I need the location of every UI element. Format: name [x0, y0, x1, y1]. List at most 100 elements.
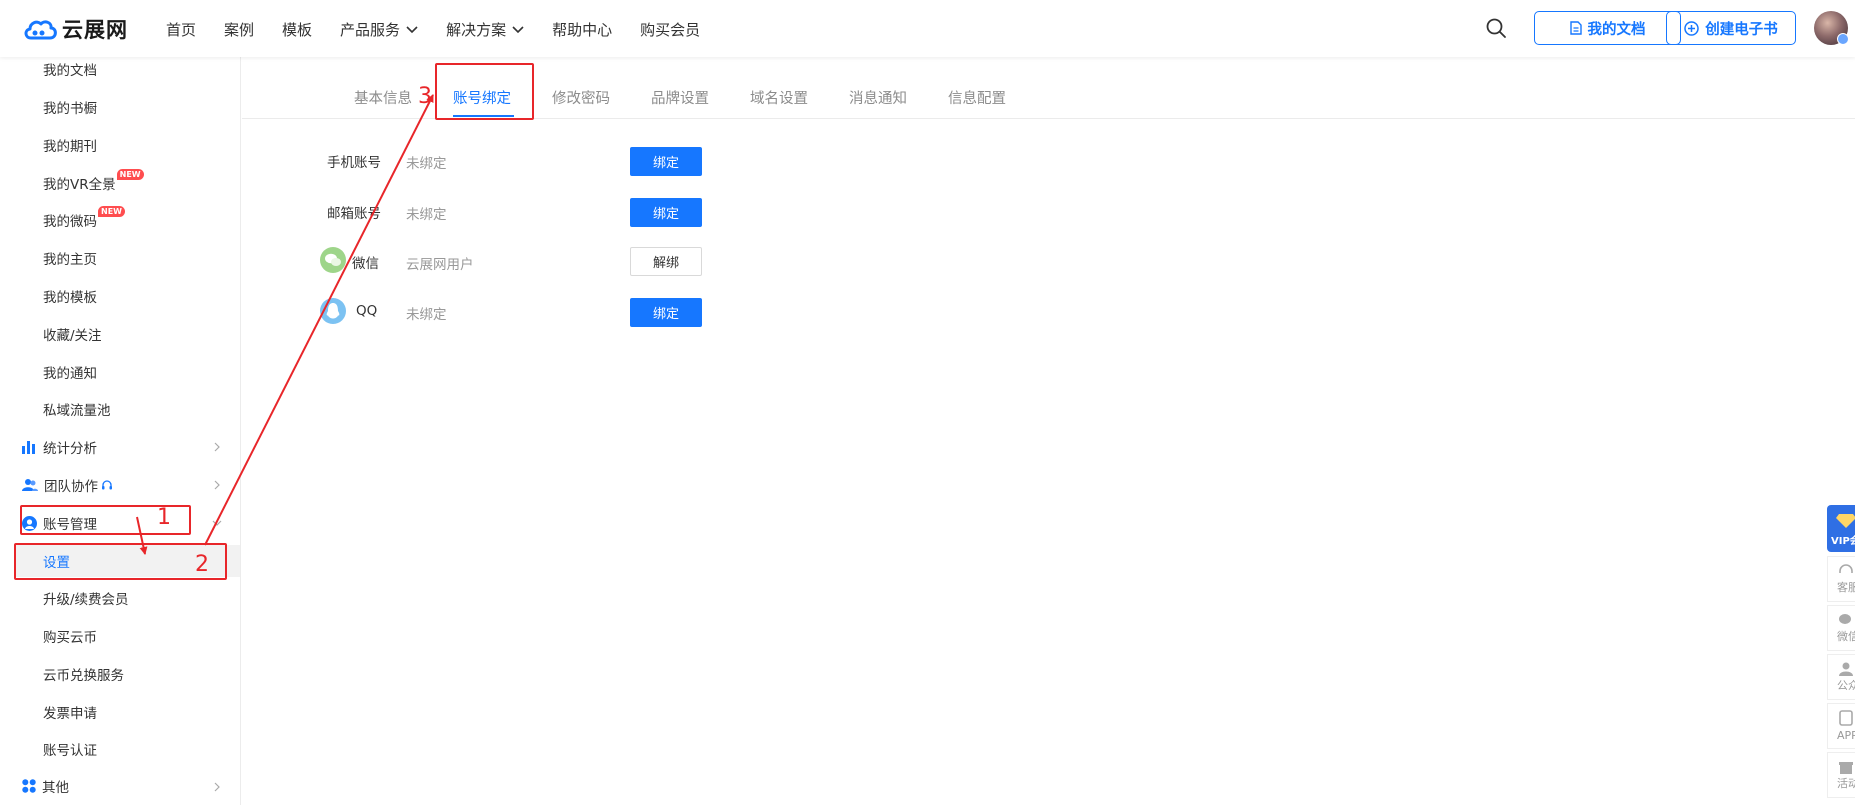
- chevron-down-icon: [212, 520, 222, 526]
- team-icon: [22, 478, 38, 492]
- nav-solutions[interactable]: 解决方案: [446, 19, 524, 40]
- cloud-logo-icon: [24, 20, 57, 40]
- nav-label: 帮助中心: [552, 21, 613, 39]
- nav-templates[interactable]: 模板: [282, 19, 312, 40]
- sidebar-item-my-journals[interactable]: 我的期刊: [43, 135, 97, 155]
- customer-service-float[interactable]: 客服: [1827, 556, 1855, 602]
- sidebar-item-buy-coins[interactable]: 购买云币: [43, 626, 97, 646]
- wechat-label: 微信: [352, 256, 379, 272]
- sidebar-group-other[interactable]: 其他: [22, 776, 69, 796]
- sidebar: 我的文档 我的书橱 我的期刊 我的VR全景NEW 我的微码NEW 我的主页 我的…: [0, 57, 241, 805]
- new-badge: NEW: [98, 206, 125, 217]
- chevron-right-icon: [214, 442, 220, 452]
- sidebar-item-my-bookshelf[interactable]: 我的书橱: [43, 97, 97, 117]
- sidebar-item-my-notifications[interactable]: 我的通知: [43, 362, 97, 382]
- sidebar-item-verification[interactable]: 账号认证: [43, 739, 97, 759]
- create-ebook-button[interactable]: 创建电子书: [1666, 11, 1796, 45]
- user-icon: [1839, 662, 1853, 676]
- sidebar-item-label: 我的模板: [43, 290, 97, 306]
- sidebar-item-label: 云币兑换服务: [43, 668, 124, 684]
- my-docs-button[interactable]: 我的文档: [1534, 11, 1681, 45]
- float-label: 活动: [1837, 777, 1855, 790]
- wechat-icon: [320, 247, 346, 273]
- tab-label: 信息配置: [948, 91, 1006, 107]
- sidebar-item-my-vr[interactable]: 我的VR全景NEW: [43, 169, 144, 193]
- sidebar-item-my-microcode[interactable]: 我的微码NEW: [43, 206, 125, 230]
- sidebar-group-team[interactable]: 团队协作: [22, 475, 113, 495]
- gift-icon: [1839, 762, 1853, 774]
- sidebar-item-label: 我的微码: [43, 214, 97, 230]
- grid-icon: [22, 779, 36, 793]
- tab-label: 基本信息: [354, 91, 412, 107]
- qq-label: QQ: [356, 303, 378, 319]
- sidebar-group-label: 统计分析: [43, 441, 97, 457]
- tab-domain-settings[interactable]: 域名设置: [750, 87, 808, 108]
- tab-label: 品牌设置: [651, 91, 709, 107]
- qq-icon: [320, 298, 346, 324]
- nav-products[interactable]: 产品服务: [340, 19, 418, 40]
- sidebar-item-label: 升级/续费会员: [43, 592, 129, 608]
- sidebar-item-invoice[interactable]: 发票申请: [43, 702, 97, 722]
- top-nav: 首页 案例 模板 产品服务 解决方案 帮助中心 购买会员: [166, 19, 728, 40]
- annotation-arrows: [136, 94, 434, 555]
- sidebar-item-favorites[interactable]: 收藏/关注: [43, 324, 102, 344]
- vip-float-button[interactable]: VIP会员: [1827, 505, 1855, 552]
- unbind-wechat-button[interactable]: 解绑: [630, 247, 702, 276]
- tab-label: 修改密码: [552, 91, 610, 107]
- nav-label: 产品服务: [340, 21, 401, 39]
- chevron-right-icon: [214, 782, 220, 792]
- qq-status: 未绑定: [406, 307, 447, 323]
- sidebar-item-private-traffic[interactable]: 私域流量池: [43, 399, 111, 419]
- sidebar-group-stats[interactable]: 统计分析: [22, 437, 97, 457]
- diamond-icon: [1836, 514, 1855, 528]
- search-icon[interactable]: [1485, 17, 1507, 39]
- phone-account-label: 手机账号: [327, 155, 381, 171]
- nav-home[interactable]: 首页: [166, 19, 196, 40]
- official-account-float[interactable]: 公众号: [1827, 654, 1855, 700]
- tab-label: 消息通知: [849, 91, 907, 107]
- wechat-status: 云展网用户: [406, 257, 474, 273]
- nav-cases[interactable]: 案例: [224, 19, 254, 40]
- sidebar-item-upgrade-membership[interactable]: 升级/续费会员: [43, 588, 129, 608]
- sidebar-item-label: 收藏/关注: [43, 328, 102, 344]
- annotation-step-3: 3: [418, 84, 432, 109]
- headset-icon: [101, 479, 113, 491]
- email-account-label: 邮箱账号: [327, 206, 381, 222]
- logo-text: 云展网: [62, 18, 128, 42]
- float-label: APP: [1837, 729, 1855, 742]
- sidebar-group-label: 其他: [42, 780, 69, 796]
- tab-message-notifications[interactable]: 消息通知: [849, 87, 907, 108]
- bind-qq-button[interactable]: 绑定: [630, 298, 702, 327]
- nav-label: 解决方案: [446, 21, 507, 39]
- site-logo[interactable]: 云展网: [22, 14, 128, 44]
- sidebar-item-label: 我的通知: [43, 366, 97, 382]
- tab-basic-info[interactable]: 基本信息: [354, 87, 412, 108]
- sidebar-item-label: 购买云币: [43, 630, 97, 646]
- phone-account-status: 未绑定: [406, 156, 447, 172]
- sidebar-item-my-homepage[interactable]: 我的主页: [43, 248, 97, 268]
- nav-buy-membership[interactable]: 购买会员: [640, 19, 700, 40]
- wechat-float[interactable]: 微信: [1827, 605, 1855, 651]
- headset-icon: [1839, 564, 1853, 573]
- document-icon: [1569, 21, 1582, 35]
- tab-info-config[interactable]: 信息配置: [948, 87, 1006, 108]
- sidebar-item-my-docs[interactable]: 我的文档: [43, 59, 97, 79]
- sidebar-item-label: 我的VR全景: [43, 177, 116, 193]
- sidebar-item-coin-exchange[interactable]: 云币兑换服务: [43, 664, 124, 684]
- bind-phone-button[interactable]: 绑定: [630, 147, 702, 176]
- nav-label: 案例: [224, 21, 255, 39]
- tab-change-password[interactable]: 修改密码: [552, 87, 610, 108]
- activity-float[interactable]: 活动: [1827, 752, 1855, 798]
- sidebar-item-label: 我的期刊: [43, 139, 97, 155]
- tab-brand-settings[interactable]: 品牌设置: [651, 87, 709, 108]
- sidebar-item-my-templates[interactable]: 我的模板: [43, 286, 97, 306]
- app-float[interactable]: APP: [1827, 703, 1855, 749]
- bind-email-button[interactable]: 绑定: [630, 198, 702, 227]
- annotation-step-2: 2: [195, 552, 209, 577]
- top-header: 云展网 首页 案例 模板 产品服务 解决方案 帮助中心 购买会员 我的文档 创建…: [0, 0, 1855, 57]
- sidebar-item-label: 账号认证: [43, 743, 97, 759]
- vip-label: VIP会员: [1831, 536, 1855, 547]
- nav-help-center[interactable]: 帮助中心: [552, 19, 612, 40]
- nav-label: 购买会员: [640, 21, 701, 39]
- chevron-right-icon: [214, 480, 220, 490]
